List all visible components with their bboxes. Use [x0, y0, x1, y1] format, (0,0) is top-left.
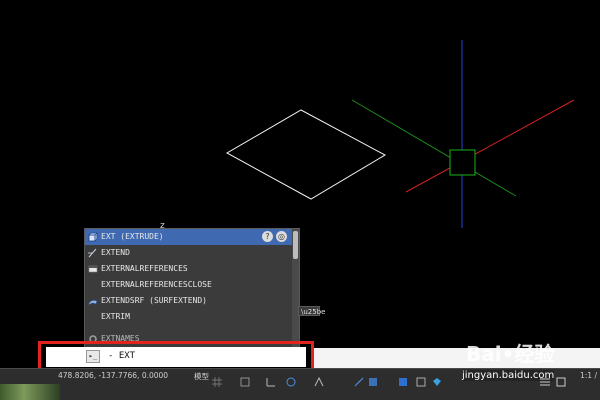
object-snap-icon[interactable]: [314, 372, 324, 387]
autocomplete-item-label: EXT (EXTRUDE): [101, 232, 164, 241]
pickbox: [449, 149, 476, 176]
drawing-area[interactable]: z EXT (EXTRUDE) ? ◎ EXTEND EXTERNALREFER: [0, 0, 600, 400]
command-autocomplete-list[interactable]: EXT (EXTRUDE) ? ◎ EXTEND EXTERNALREFEREN…: [84, 228, 300, 348]
polar-tracking-icon[interactable]: [286, 372, 296, 387]
autocomplete-item-extend[interactable]: EXTEND: [85, 245, 293, 261]
autocomplete-item-label: EXTRIM: [101, 312, 130, 321]
rhombus-shape[interactable]: [225, 109, 387, 200]
annotation-scale[interactable]: 1:1 /: [580, 371, 597, 380]
model-space-toggle[interactable]: 模型: [194, 371, 209, 382]
autocomplete-item-externalreferencesclose[interactable]: EXTERNALREFERENCESCLOSE: [85, 277, 293, 293]
grid-icon[interactable]: [212, 372, 222, 387]
coordinate-readout[interactable]: 478.8206, -137.7766, 0.0000: [58, 371, 168, 380]
extrude-icon: [88, 232, 98, 242]
annotation-icon[interactable]: [368, 372, 378, 386]
watermark-logo: Bai•经验: [466, 342, 555, 366]
dynamic-ucs-icon[interactable]: [354, 372, 364, 387]
autocomplete-item-extrim[interactable]: EXTRIM: [85, 309, 293, 325]
help-icon[interactable]: ?: [262, 231, 273, 242]
workspace-icon[interactable]: [398, 372, 408, 386]
hidden-panel-tab[interactable]: \u25be: [298, 306, 325, 316]
isolate-icon[interactable]: [416, 372, 426, 387]
command-line-extension: [314, 348, 600, 368]
surface-extend-icon: [88, 300, 98, 306]
hardware-acceleration-icon[interactable]: [432, 372, 442, 386]
web-search-icon[interactable]: ◎: [276, 231, 287, 242]
crosshair-z-axis: [351, 99, 517, 197]
autocomplete-item-label: EXTENDSRF (SURFEXTEND): [101, 296, 207, 305]
autocomplete-item-label: EXTERNALREFERENCES: [101, 264, 188, 273]
autocomplete-item-externalreferences[interactable]: EXTERNALREFERENCES: [85, 261, 293, 277]
snap-icon[interactable]: [240, 372, 250, 387]
fullscreen-icon[interactable]: [556, 372, 566, 387]
autocomplete-scroll-thumb[interactable]: [293, 231, 298, 259]
extend-icon: [88, 248, 97, 258]
customization-icon[interactable]: [540, 372, 550, 386]
autocomplete-scrollbar[interactable]: [292, 229, 299, 347]
autocomplete-item-ext[interactable]: EXT (EXTRUDE) ? ◎: [85, 229, 293, 245]
background-foliage: [0, 384, 60, 400]
ortho-icon[interactable]: [266, 372, 276, 387]
xref-palette-icon: [88, 265, 98, 273]
autocomplete-item-extendsrf[interactable]: EXTENDSRF (SURFEXTEND): [85, 293, 293, 309]
autocomplete-item-label: EXTERNALREFERENCESCLOSE: [101, 280, 212, 289]
autocomplete-item-label: EXTEND: [101, 248, 130, 257]
